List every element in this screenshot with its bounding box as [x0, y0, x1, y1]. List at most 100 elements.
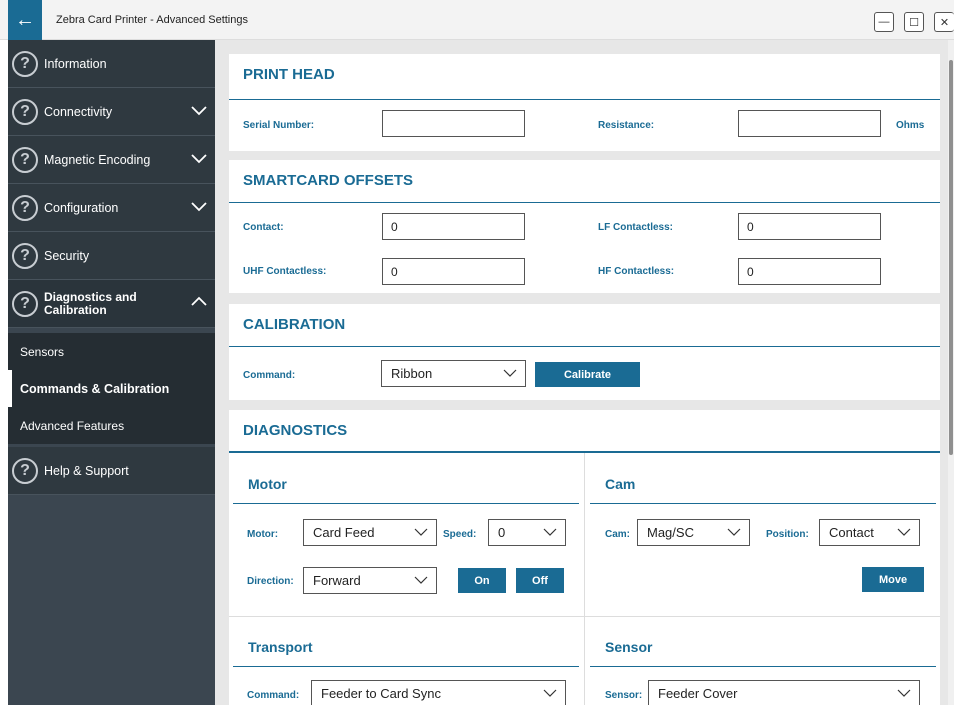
smartcard-offsets-card: SMARTCARD OFFSETS Contact: 0 LF Contactl… [229, 160, 940, 293]
sidebar-subitem-advanced-features[interactable]: Advanced Features [8, 407, 215, 444]
chevron-down-icon [543, 528, 557, 536]
sidebar-item-label: Information [44, 56, 107, 71]
select-value: Card Feed [313, 525, 375, 540]
select-value: Ribbon [391, 366, 433, 381]
help-circle-icon: ? [12, 457, 38, 484]
sidebar-item-magnetic-encoding[interactable]: ? Magnetic Encoding [8, 136, 215, 184]
main-content: PRINT HEAD Serial Number: Resistance: Oh… [215, 40, 954, 705]
motor-on-button[interactable]: On [458, 568, 506, 593]
title-bar: ← Zebra Card Printer - Advanced Settings… [0, 0, 954, 40]
chevron-down-icon [191, 106, 207, 116]
chevron-down-icon [191, 202, 207, 212]
sensor-title: Sensor [605, 639, 653, 655]
chevron-down-icon [897, 528, 911, 536]
hf-contactless-label: HF Contactless: [598, 266, 675, 277]
calibration-card: CALIBRATION Command: Ribbon Calibrate [229, 304, 940, 400]
select-value: Contact [829, 525, 874, 540]
help-circle-icon: ? [12, 194, 38, 221]
motor-off-button[interactable]: Off [516, 568, 564, 593]
chevron-down-icon [191, 154, 207, 164]
select-value: Feeder Cover [658, 686, 738, 701]
divider [229, 99, 940, 100]
position-select[interactable]: Contact [819, 519, 920, 546]
divider [590, 503, 936, 504]
sidebar-item-label: Security [44, 248, 90, 263]
row-divider [229, 616, 940, 617]
card-title: SMARTCARD OFFSETS [243, 172, 413, 189]
chevron-down-icon [897, 689, 911, 697]
sidebar-item-label: Diagnostics and Calibration [44, 290, 137, 317]
divider [229, 202, 940, 203]
sidebar-item-label: Magnetic Encoding [44, 152, 151, 167]
lf-contactless-label: LF Contactless: [598, 222, 674, 233]
help-circle-icon: ? [12, 98, 38, 125]
serial-number-field[interactable] [382, 110, 525, 137]
divider [229, 346, 940, 347]
select-value: Feeder to Card Sync [321, 686, 441, 701]
contact-field[interactable]: 0 [382, 213, 525, 240]
divider [233, 666, 579, 667]
direction-select[interactable]: Forward [303, 567, 437, 594]
sidebar: ? Information ? Connectivity ? Magnetic … [8, 40, 215, 705]
lf-contactless-field[interactable]: 0 [738, 213, 881, 240]
help-circle-icon: ? [12, 146, 38, 173]
chevron-down-icon [414, 576, 428, 584]
back-arrow-icon[interactable]: ← [8, 0, 42, 40]
sidebar-item-help-support[interactable]: ? Help & Support [8, 447, 215, 495]
contact-label: Contact: [243, 222, 284, 233]
select-value: Forward [313, 573, 361, 588]
print-head-card: PRINT HEAD Serial Number: Resistance: Oh… [229, 54, 940, 151]
chevron-down-icon [414, 528, 428, 536]
sidebar-item-label: Configuration [44, 200, 119, 215]
sidebar-item-label: Help & Support [44, 463, 129, 478]
cam-select[interactable]: Mag/SC [637, 519, 750, 546]
sidebar-item-label: Connectivity [44, 104, 113, 119]
help-circle-icon: ? [12, 50, 38, 77]
speed-select[interactable]: 0 [488, 519, 566, 546]
motor-select[interactable]: Card Feed [303, 519, 437, 546]
uhf-contactless-label: UHF Contactless: [243, 266, 327, 277]
direction-label: Direction: [247, 576, 294, 587]
close-icon[interactable]: ✕ [934, 12, 954, 32]
window-title: Zebra Card Printer - Advanced Settings [56, 14, 248, 26]
chevron-down-icon [503, 369, 517, 377]
divider [590, 666, 936, 667]
calibrate-button[interactable]: Calibrate [535, 362, 640, 387]
sidebar-item-security[interactable]: ? Security [8, 232, 215, 280]
scrollbar-thumb[interactable] [949, 60, 953, 455]
resistance-label: Resistance: [598, 120, 655, 131]
resistance-field[interactable] [738, 110, 881, 137]
sidebar-item-diagnostics-calibration[interactable]: ? Diagnostics and Calibration [8, 280, 215, 328]
sidebar-subitem-sensors[interactable]: Sensors [8, 333, 215, 370]
select-value: Mag/SC [647, 525, 694, 540]
maximize-icon[interactable]: ☐ [904, 12, 924, 32]
cam-label: Cam: [605, 529, 631, 540]
uhf-contactless-field[interactable]: 0 [382, 258, 525, 285]
position-label: Position: [766, 529, 809, 540]
sidebar-item-configuration[interactable]: ? Configuration [8, 184, 215, 232]
sidebar-item-information[interactable]: ? Information [8, 40, 215, 88]
transport-title: Transport [248, 639, 313, 655]
divider [233, 503, 579, 504]
card-title: DIAGNOSTICS [243, 422, 348, 439]
cam-title: Cam [605, 476, 636, 492]
motor-label: Motor: [247, 529, 279, 540]
help-circle-icon: ? [12, 242, 38, 269]
chevron-down-icon [543, 689, 557, 697]
help-circle-icon: ? [12, 290, 38, 317]
hf-contactless-field[interactable]: 0 [738, 258, 881, 285]
select-value: 0 [498, 525, 506, 540]
sidebar-subitem-commands-calibration[interactable]: Commands & Calibration [8, 370, 215, 407]
diagnostics-card: DIAGNOSTICS Motor Motor: Card Feed Speed… [229, 410, 940, 705]
sidebar-item-connectivity[interactable]: ? Connectivity [8, 88, 215, 136]
calibration-command-select[interactable]: Ribbon [381, 360, 526, 387]
chevron-down-icon [727, 528, 741, 536]
sensor-select[interactable]: Feeder Cover [648, 680, 920, 705]
transport-command-label: Command: [247, 690, 300, 701]
minimize-icon[interactable]: — [874, 12, 894, 32]
command-label: Command: [243, 370, 296, 381]
cam-move-button[interactable]: Move [862, 567, 924, 592]
transport-command-select[interactable]: Feeder to Card Sync [311, 680, 566, 705]
serial-number-label: Serial Number: [243, 120, 315, 131]
chevron-up-icon [191, 296, 207, 306]
